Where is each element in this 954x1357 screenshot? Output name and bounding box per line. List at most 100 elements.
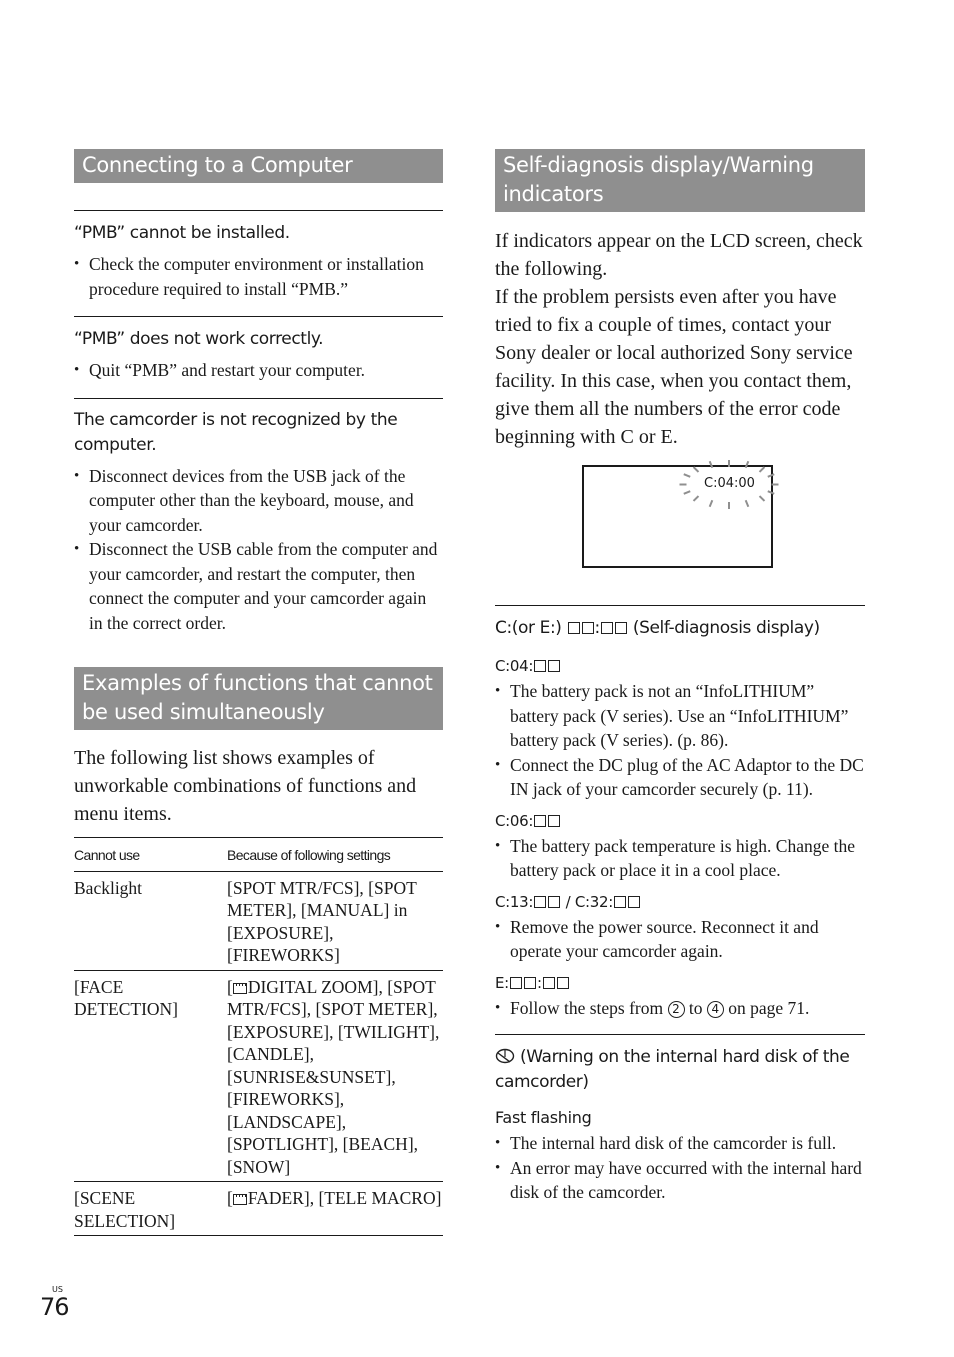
- title-prefix: C:(or E:): [495, 618, 567, 638]
- box-glyph: [628, 895, 641, 908]
- box-glyph: [548, 660, 561, 672]
- text: to: [684, 997, 707, 1018]
- text: on page 71.: [723, 997, 810, 1018]
- flash-ray: [682, 473, 691, 479]
- code-text: / C:32:: [561, 892, 614, 911]
- box-glyph: [581, 622, 594, 634]
- bullet-list: Quit “PMB” and restart your computer.: [74, 358, 443, 383]
- bullet-list: Check the computer environment or instal…: [74, 252, 443, 301]
- hdd-warning-title: (Warning on the internal hard disk of th…: [495, 1045, 865, 1095]
- box-glyph: [614, 895, 627, 908]
- bullet-item: Quit “PMB” and restart your computer.: [74, 358, 443, 383]
- bullet-item: Remove the power source. Reconnect it an…: [495, 915, 865, 964]
- flash-ray: [682, 489, 691, 495]
- box-glyph: [534, 660, 547, 672]
- lcd-screen-frame: C:04:00: [582, 459, 779, 568]
- flash-ray: [771, 483, 779, 485]
- box-glyph: [534, 895, 547, 908]
- divider: [74, 316, 443, 317]
- flash-ray: [728, 459, 730, 467]
- flash-ray: [728, 501, 730, 509]
- bullet-item: The battery pack temperature is high. Ch…: [495, 834, 865, 883]
- box-glyph: [556, 976, 569, 989]
- step-number-icon: 2: [667, 1000, 685, 1018]
- self-diagnosis-title: C:(or E:) : (Self-diagnosis display): [495, 618, 820, 638]
- text: Follow the steps from: [510, 997, 668, 1018]
- bullet-item: Disconnect the USB cable from the comput…: [74, 537, 443, 635]
- bullet-list: Follow the steps from 2 to 4 on page 71.: [495, 996, 865, 1021]
- bullet-list: The battery pack temperature is high. Ch…: [495, 834, 865, 883]
- bullet-item: Connect the DC plug of the AC Adaptor to…: [495, 753, 865, 802]
- settings-cell: [SPOT MTR/FCS], [SPOT METER], [MANUAL] i…: [227, 877, 417, 966]
- title-suffix: (Self-diagnosis display): [627, 618, 820, 638]
- bullet-item: The battery pack is not an “InfoLITHIUM”…: [495, 679, 865, 753]
- flash-ray: [758, 465, 765, 473]
- box-glyph: [542, 976, 555, 989]
- flash-ray: [709, 499, 714, 508]
- functions-table: Cannot use Because of following settings…: [74, 837, 443, 1236]
- flash-ray: [744, 460, 749, 469]
- flash-ray: [709, 460, 714, 469]
- code-text: C:13:: [495, 892, 534, 911]
- error-code-label: E::: [495, 972, 865, 994]
- page-number: 76: [40, 1293, 70, 1321]
- section-header-examples: Examples of functions that cannot be use…: [74, 667, 443, 730]
- flash-ray: [693, 495, 700, 503]
- bullet-item: Disconnect devices from the USB jack of …: [74, 464, 443, 538]
- bullet-item: Follow the steps from 2 to 4 on page 71.: [495, 996, 865, 1021]
- table-row: [FACE DETECTION] [DIGITAL ZOOM], [SPOT M…: [74, 970, 443, 1182]
- settings-text: FADER], [TELE MACRO]: [247, 1188, 442, 1208]
- error-code-label: C:04:: [495, 655, 865, 677]
- code-text: C:06:: [495, 811, 534, 830]
- box-glyph: [523, 976, 536, 989]
- hard-disk-warning-icon: [495, 1047, 515, 1067]
- hdd-subtitle: Fast flashing: [495, 1108, 592, 1127]
- lcd-illustration: C:04:00: [495, 459, 865, 569]
- flash-ray: [758, 495, 765, 503]
- bullet-list: The battery pack is not an “InfoLITHIUM”…: [495, 679, 865, 802]
- box-glyph: [600, 622, 613, 634]
- question-title: “PMB” does not work correctly.: [74, 329, 324, 349]
- title-text: (Warning on the internal hard disk of th…: [495, 1047, 850, 1092]
- cannot-use-cell: [SCENE SELECTION]: [74, 1188, 176, 1231]
- box-glyph: [509, 976, 522, 989]
- flash-ray: [744, 499, 749, 508]
- box-glyph: [534, 814, 547, 827]
- error-code-label: C:13: / C:32:: [495, 891, 865, 913]
- intro-paragraph: If indicators appear on the LCD screen, …: [495, 230, 863, 280]
- step-number-icon: 4: [706, 1000, 724, 1018]
- bullet-item: An error may have occurred with the inte…: [495, 1156, 865, 1205]
- question-title: “PMB” cannot be installed.: [74, 223, 290, 243]
- bullet-list: The internal hard disk of the camcorder …: [495, 1131, 865, 1205]
- bullet-list: Disconnect devices from the USB jack of …: [74, 464, 443, 636]
- column-header: Cannot use: [74, 847, 140, 863]
- section-header-self-diagnosis: Self-diagnosis display/Warning indicator…: [495, 149, 865, 212]
- lcd-error-code: C:04:00: [704, 476, 755, 491]
- bullet-item: The internal hard disk of the camcorder …: [495, 1131, 865, 1156]
- box-glyph: [548, 814, 561, 827]
- settings-cell: [DIGITAL ZOOM], [SPOT MTR/FCS], [SPOT ME…: [227, 970, 443, 1182]
- intro-paragraph-2: If the problem persists even after you h…: [495, 286, 853, 448]
- movie-film-icon: [232, 1194, 247, 1205]
- section-header-connecting: Connecting to a Computer: [74, 149, 443, 183]
- box-glyph: [567, 622, 580, 634]
- question-title: The camcorder is not recognized by the c…: [74, 409, 398, 455]
- bullet-list: Remove the power source. Reconnect it an…: [495, 915, 865, 964]
- table-row: [SCENE SELECTION] [FADER], [TELE MACRO]: [74, 1182, 443, 1236]
- intro-paragraph: The following list shows examples of unw…: [74, 747, 417, 825]
- bullet-item: Check the computer environment or instal…: [74, 252, 443, 301]
- table-row: Backlight [SPOT MTR/FCS], [SPOT METER], …: [74, 871, 443, 970]
- divider: [495, 605, 865, 606]
- table-header-row: Cannot use Because of following settings: [74, 837, 443, 871]
- code-text: C:04:: [495, 657, 534, 675]
- error-code-label: C:06:: [495, 810, 865, 832]
- divider: [74, 397, 443, 399]
- box-glyph: [614, 622, 627, 634]
- cannot-use-cell: [FACE DETECTION]: [74, 976, 179, 1020]
- cannot-use-cell: Backlight: [74, 877, 143, 898]
- movie-film-icon: [232, 982, 247, 994]
- box-glyph: [548, 895, 561, 908]
- flash-ray: [767, 473, 776, 479]
- flash-ray: [679, 483, 687, 485]
- divider: [495, 1034, 865, 1035]
